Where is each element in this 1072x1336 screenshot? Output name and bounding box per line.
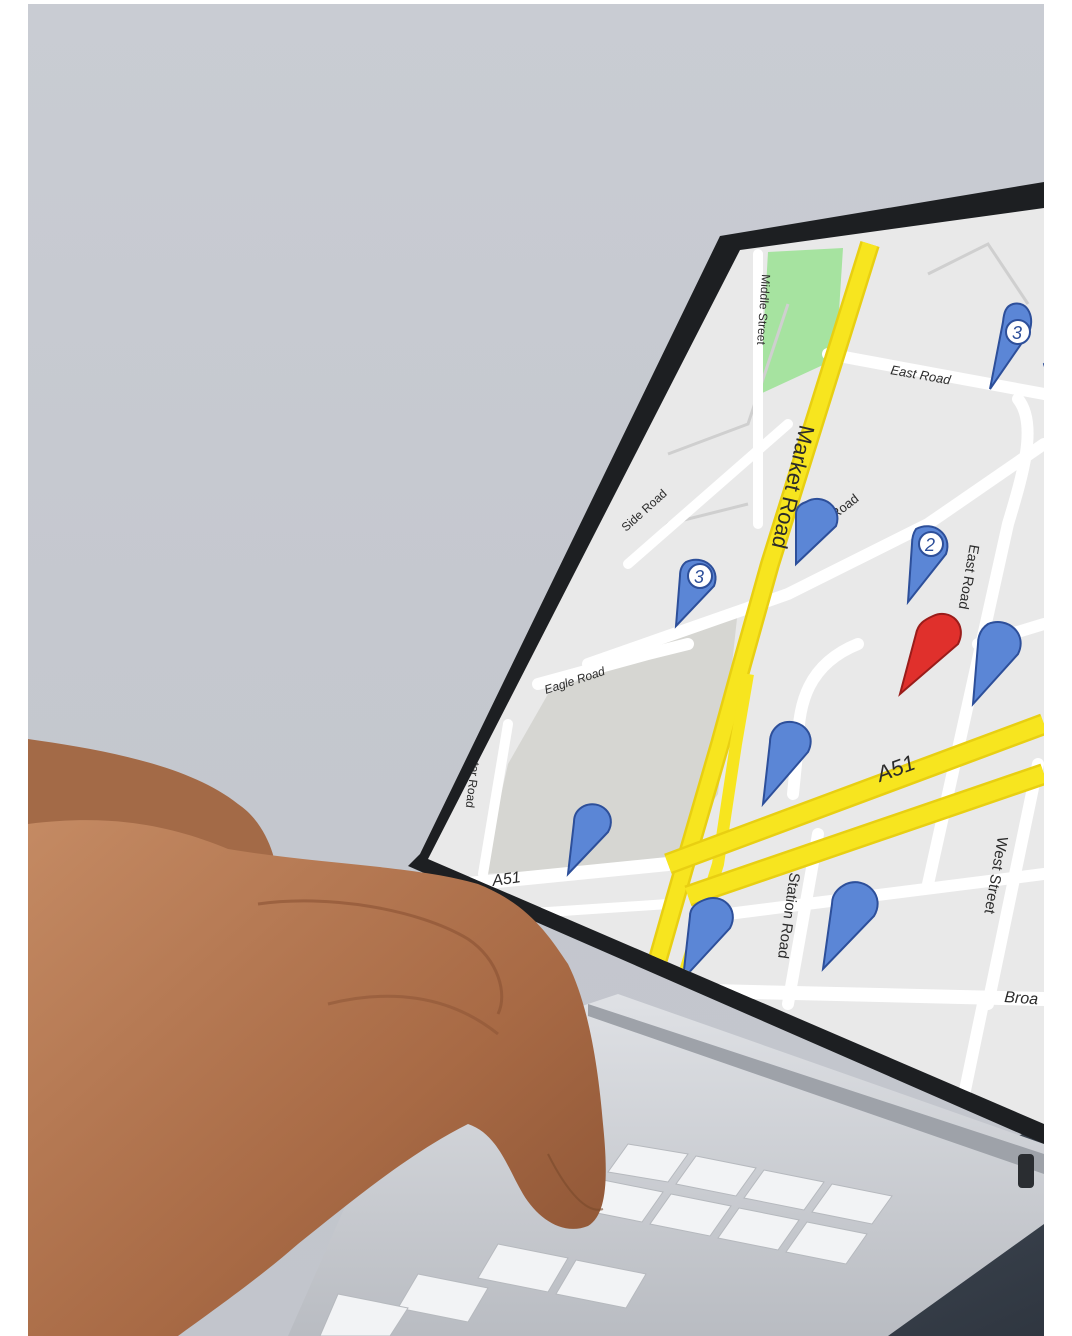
label-broad-partial: Broa xyxy=(1004,989,1039,1008)
photo: Middle Street East Road Market Road Eagl… xyxy=(28,4,1044,1336)
pin-number: 3 xyxy=(1012,323,1022,343)
pin-number: 2 xyxy=(924,535,935,555)
pin-number: 3 xyxy=(694,567,704,587)
usb-port xyxy=(1018,1154,1034,1188)
laptop-scene: Middle Street East Road Market Road Eagl… xyxy=(28,182,1044,1336)
